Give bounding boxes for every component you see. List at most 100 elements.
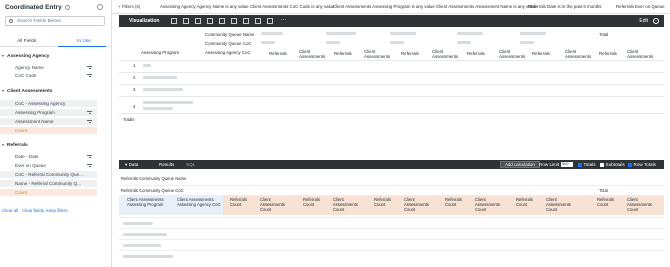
divider xyxy=(119,250,664,251)
col-total: Total xyxy=(599,32,609,37)
totals-checkbox[interactable]: Totals xyxy=(578,162,596,167)
filter-icon[interactable] xyxy=(87,111,92,115)
row-number: 3 xyxy=(133,87,136,92)
add-calculation-button[interactable]: Add calculation xyxy=(500,161,540,168)
filter-icon[interactable] xyxy=(87,74,92,78)
field-name-referral-queue[interactable]: Name - Referral Community Q... xyxy=(0,180,97,187)
filter-icon[interactable] xyxy=(87,164,92,168)
tab-all-fields[interactable]: All Fields xyxy=(17,39,36,44)
visualization-table: Community Queue Name Community Queue CoC… xyxy=(119,27,664,125)
field-count[interactable]: Count xyxy=(0,127,97,134)
group-referrals[interactable]: Referrals xyxy=(2,143,28,148)
measure-header[interactable]: Referrals Count xyxy=(445,197,465,207)
measure-header[interactable]: Referrals Count xyxy=(597,197,617,207)
tab-results[interactable]: Results xyxy=(159,162,174,167)
bar-chart-icon[interactable] xyxy=(183,18,189,24)
divider xyxy=(119,72,664,73)
measure-header: Client Assessments xyxy=(565,49,592,59)
measure-header: Referrals xyxy=(334,51,352,56)
field-agency-name[interactable]: Agency Name xyxy=(0,64,97,71)
measure-header[interactable]: Referrals Count xyxy=(516,197,536,207)
filter-chip[interactable]: Assessing Agency Agency Name is any valu… xyxy=(160,4,249,9)
chevron-down-icon xyxy=(2,143,4,146)
search-icon xyxy=(9,19,13,23)
filter-chip[interactable]: Client Assessments Assessment Name is an… xyxy=(436,4,537,9)
measure-header: Client Assessments xyxy=(499,49,526,59)
measure-header[interactable]: Client Assessments Count xyxy=(546,197,574,212)
field-assessment-name[interactable]: Assessment Name xyxy=(0,118,97,125)
measure-header: Referrals xyxy=(532,51,550,56)
gear-icon[interactable] xyxy=(653,18,659,24)
group-client-assessments[interactable]: Client Assessments xyxy=(2,89,52,94)
data-table: Referrals Community Queue Name Referrals… xyxy=(119,170,664,267)
info-icon[interactable] xyxy=(64,4,70,10)
measure-header: Referrals xyxy=(269,51,287,56)
row-number: 2 xyxy=(133,75,136,80)
filter-icon[interactable] xyxy=(87,120,92,124)
line-chart-icon[interactable] xyxy=(207,18,213,24)
row-limit[interactable]: Row Limit 500 xyxy=(539,162,574,168)
chevron-down-icon xyxy=(2,54,4,57)
group-assessing-agency[interactable]: Assessing Agency xyxy=(2,54,49,59)
data-panel-bar: ▾ Data Results SQL Add calculation Row L… xyxy=(119,160,664,169)
row-totals-checkbox[interactable]: Row Totals xyxy=(628,162,656,167)
measure-header[interactable]: Referrals Count xyxy=(230,197,250,207)
filter-chip[interactable]: Client Assessments CoC Code is any value xyxy=(250,4,334,9)
measure-header[interactable]: Referrals Count xyxy=(303,197,323,207)
search-input[interactable]: Search Fields Below xyxy=(5,16,105,26)
field-date[interactable]: Date - Date xyxy=(0,153,97,160)
clear-all-link[interactable]: Clear all xyxy=(2,208,18,213)
tab-sql[interactable]: SQL xyxy=(186,162,195,167)
filter-icon[interactable] xyxy=(87,155,92,159)
subtotals-checkbox[interactable]: Subtotals xyxy=(600,162,625,167)
area-chart-icon[interactable] xyxy=(219,18,225,24)
field-tabs: All Fields In Use xyxy=(0,36,111,47)
measure-header: Client Assessments xyxy=(364,49,391,59)
edit-button[interactable]: Edit xyxy=(639,18,648,24)
pie-chart-icon[interactable] xyxy=(231,18,237,24)
row-limit-input[interactable]: 500 xyxy=(561,162,574,168)
column-chart-icon[interactable] xyxy=(195,18,201,24)
visualization-label: Visualization xyxy=(129,18,160,24)
pivot-label: Community Queue CoC xyxy=(205,41,252,46)
scatter-chart-icon[interactable] xyxy=(243,18,249,24)
more-icon[interactable]: ··· xyxy=(281,17,286,23)
field-coc-code[interactable]: CoC Code xyxy=(0,72,97,79)
tab-in-use[interactable]: In Use xyxy=(77,39,91,44)
row-number: 4 xyxy=(133,104,136,109)
dimension-header[interactable]: Client Assessments Assessing Agency CoC xyxy=(177,197,221,207)
tab-data[interactable]: ▾ Data xyxy=(125,162,138,168)
field-ever-on-queue[interactable]: Ever on Queue xyxy=(0,162,97,169)
chevron-down-icon xyxy=(2,89,4,92)
filter-chip[interactable]: Client Assessments Assessing Program is … xyxy=(333,4,435,9)
field-coc-assessing-agency[interactable]: CoC - Assessing Agency xyxy=(0,100,97,107)
divider xyxy=(119,217,664,218)
pivot-label: Community Queue Name xyxy=(205,32,255,37)
dimension-header[interactable]: Client Assessments Assessing Program xyxy=(127,197,173,207)
clear-fields-link[interactable]: Clear fields, keep filters xyxy=(22,208,68,213)
field-coc-referral-queue[interactable]: CoC - Referral Community Que... xyxy=(0,171,97,178)
pivot-label: Assessing Agency CoC xyxy=(205,50,251,55)
measure-header[interactable]: Client Assessments Count xyxy=(475,197,503,212)
measure-header[interactable]: Client Assessments Count xyxy=(333,197,361,212)
measure-header[interactable]: Client Assessments Count xyxy=(260,197,288,212)
single-value-icon[interactable] xyxy=(267,18,273,24)
checkbox-icon xyxy=(628,162,632,167)
total-label: Total xyxy=(599,188,608,193)
table-icon[interactable] xyxy=(171,18,177,24)
filter-chip[interactable]: Referrals Ever on Queue xyxy=(616,4,665,9)
field-count[interactable]: Count xyxy=(0,189,97,196)
measure-header[interactable]: Client Assessments Count xyxy=(627,197,655,212)
gear-icon[interactable] xyxy=(97,4,103,10)
filters-toggle[interactable]: + Filters (6) xyxy=(118,4,140,9)
filter-chip[interactable]: Referrals Date is in the past 6 months xyxy=(528,4,601,9)
filter-icon[interactable] xyxy=(87,66,92,70)
measure-header[interactable]: Client Assessments Count xyxy=(404,197,432,212)
measure-header[interactable]: Referrals Count xyxy=(374,197,394,207)
map-icon[interactable] xyxy=(255,18,261,24)
divider xyxy=(119,185,664,186)
visualization-bar[interactable]: Visualization ··· Edit xyxy=(119,15,664,27)
measure-header: Client Assessments xyxy=(627,49,654,59)
field-assessing-program[interactable]: Assessing Program xyxy=(0,109,97,116)
field-picker-sidebar: Coordinated Entry Search Fields Below Al… xyxy=(0,0,112,267)
